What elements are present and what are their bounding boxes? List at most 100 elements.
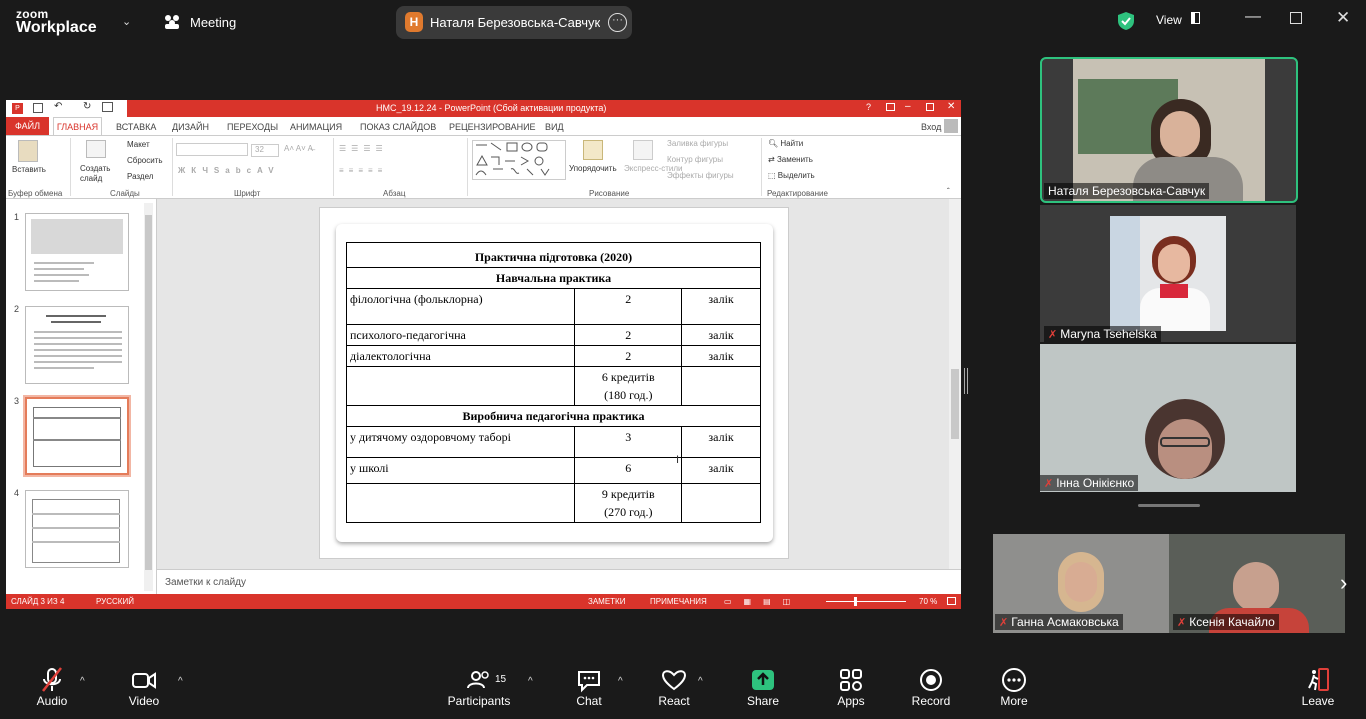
section-button[interactable]: Раздел [127,172,153,181]
reset-button[interactable]: Сбросить [127,156,163,165]
participants-button[interactable]: Participants [446,666,512,708]
heart-icon [661,670,687,691]
zoom-slider[interactable] [826,601,906,602]
zoom-level[interactable]: 70 % [919,597,937,606]
next-page-chevron-icon[interactable]: › [1340,570,1347,596]
more-options-icon[interactable]: ··· [608,13,627,32]
select-button[interactable]: ⬚ Выделить [768,171,815,180]
slide-thumbnail-4[interactable] [25,490,129,568]
tab-animations[interactable]: АНИМАЦИЯ [290,122,342,132]
table-cell: 9 кредитів (270 год.) [574,483,683,523]
fit-slide-icon[interactable] [947,597,956,605]
find-button[interactable]: 🔍︎ Найти [768,139,803,148]
participant-tile-active-speaker[interactable]: Наталя Березовська-Савчук [1040,57,1298,203]
participants-options-chevron-icon[interactable]: ^ [528,676,533,687]
ppt-minimize-icon[interactable]: – [905,101,911,112]
collapse-ribbon-icon[interactable]: ˆ [947,187,950,196]
view-buttons-icons[interactable]: ▭▦▤◫ [724,597,802,606]
slide-scrollbar[interactable] [949,199,961,569]
panel-splitter[interactable] [964,368,968,394]
new-slide-button[interactable]: Создать слайд [80,164,114,184]
save-icon[interactable] [33,103,43,113]
notes-pane[interactable]: Заметки к слайду [157,569,961,594]
notes-toggle[interactable]: ЗАМЕТКИ [588,597,625,606]
shape-effects-button[interactable]: Эффекты фигуры [667,171,734,180]
face [1065,562,1097,602]
start-slideshow-icon[interactable] [102,102,113,112]
align-icons[interactable]: ≡≡≡≡≡ [339,166,387,175]
slide-thumbnail-1[interactable] [25,213,129,291]
font-format-buttons[interactable]: ЖКЧSabcAV [178,166,280,175]
ppt-restore-icon[interactable] [926,103,934,111]
tab-view[interactable]: ВИД [545,122,564,132]
layout-button[interactable]: Макет [127,140,150,149]
undo-icon[interactable]: ↶ [54,101,62,112]
chat-button[interactable]: Chat [570,666,608,708]
meeting-menu[interactable]: Meeting [162,12,242,34]
zoom-slider-thumb[interactable] [854,597,857,606]
practice-table[interactable]: Практична підготовка (2020) Навчальна пр… [345,242,761,523]
participant-tile[interactable]: ✗ Ганна Асмаковська [993,534,1169,633]
thumbnails-scrollbar[interactable] [144,203,153,591]
tab-slideshow[interactable]: ПОКАЗ СЛАЙДОВ [360,122,436,132]
apps-button[interactable]: Apps [833,666,869,708]
help-icon[interactable]: ? [866,102,871,112]
ribbon-separator [172,138,173,196]
shape-outline-button[interactable]: Контур фигуры [667,155,723,164]
tab-design[interactable]: ДИЗАЙН [172,122,209,132]
participant-name-tag: ✗ Інна Онікієнко [1040,475,1139,491]
new-slide-icon[interactable] [86,140,106,158]
slide-thumbnail-3[interactable] [23,395,131,477]
video-button[interactable]: Video [122,666,166,708]
bullets-icon[interactable]: ☰☰☰☰ [339,144,388,153]
glasses [1160,437,1210,447]
tab-home[interactable]: ГЛАВНАЯ [53,117,102,136]
paste-button[interactable]: Вставить [12,165,46,174]
more-button[interactable]: More [996,666,1032,708]
tab-review[interactable]: РЕЦЕНЗИРОВАНИЕ [449,122,536,132]
maximize-icon[interactable] [1290,12,1302,24]
paste-icon[interactable] [18,140,38,162]
tab-file[interactable]: ФАЙЛ [6,117,49,135]
language-indicator[interactable]: РУССКИЙ [96,597,134,606]
view-button[interactable]: View [1156,12,1204,30]
quick-styles-icon[interactable] [633,140,653,160]
participant-tile[interactable]: ✗ Інна Онікієнко [1040,344,1296,492]
comments-toggle[interactable]: ПРИМЕЧАНИЯ [650,597,707,606]
participant-tile[interactable]: ✗ Maryna Tsehelska [1040,205,1296,342]
slide-thumbnail-2[interactable] [25,306,129,384]
tab-transitions[interactable]: ПЕРЕХОДЫ [227,122,278,132]
leave-button[interactable]: Leave [1298,666,1338,708]
audio-options-chevron-icon[interactable]: ^ [80,676,85,687]
audio-button[interactable]: Audio [30,666,74,708]
table-row: 9 кредитів (270 год.) [345,483,761,523]
font-size-select[interactable]: 32 [251,144,279,157]
redo-icon[interactable]: ↻ [83,101,91,112]
share-button[interactable]: Share [743,666,783,708]
close-icon[interactable]: ✕ [1336,8,1350,28]
arrange-icon[interactable] [583,140,603,160]
participants-icon [467,671,489,689]
user-avatar-icon[interactable] [944,119,958,133]
shape-fill-button[interactable]: Заливка фигуры [667,139,728,148]
sign-in-link[interactable]: Вход [921,122,941,132]
arrange-button[interactable]: Упорядочить [569,164,617,173]
shield-check-icon[interactable] [1117,11,1135,31]
minimize-icon[interactable]: — [1245,8,1261,26]
record-button[interactable]: Record [908,666,954,708]
chevron-down-icon[interactable]: ⌄ [122,15,131,28]
font-name-select[interactable] [176,143,248,156]
scroll-indicator[interactable] [1138,504,1200,507]
shapes-gallery[interactable] [472,140,566,180]
font-grow-icon[interactable]: A˄ A˅ A̶ [284,144,313,153]
ribbon-display-icon[interactable] [886,103,895,111]
participant-name: Наталя Березовська-Савчук [1044,183,1210,199]
ppt-close-icon[interactable]: ✕ [947,101,955,112]
participant-tile[interactable]: ✗ Ксенія Качайло [1169,534,1345,633]
react-options-chevron-icon[interactable]: ^ [698,676,703,687]
chat-options-chevron-icon[interactable]: ^ [618,676,623,687]
replace-button[interactable]: ⇄ Заменить [768,155,813,164]
react-button[interactable]: React [654,666,694,708]
video-options-chevron-icon[interactable]: ^ [178,676,183,687]
tab-insert[interactable]: ВСТАВКА [116,122,156,132]
